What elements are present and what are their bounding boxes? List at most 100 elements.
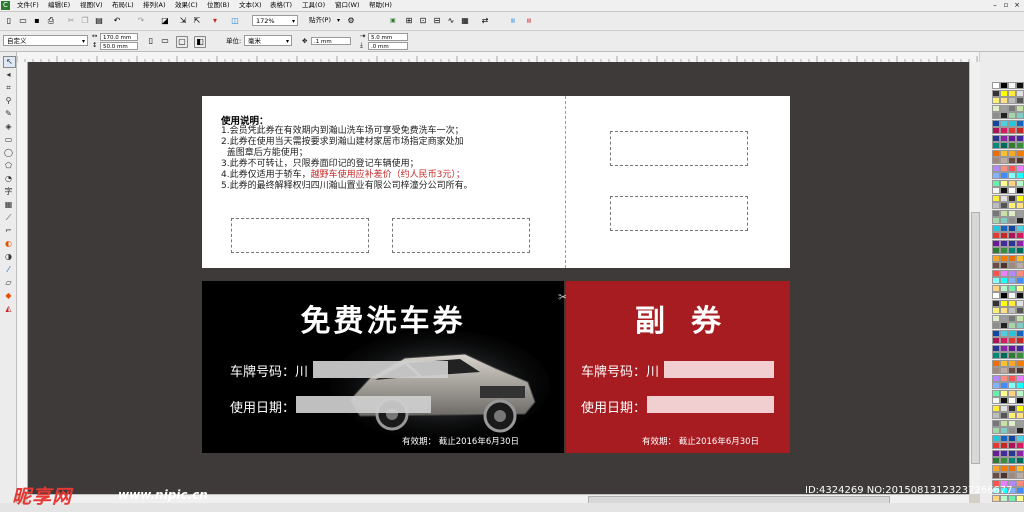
color-swatch[interactable]	[992, 187, 1000, 194]
color-swatch[interactable]	[1000, 284, 1008, 292]
zoom-tool-icon[interactable]: ⚲	[3, 96, 14, 106]
fill-tool-icon[interactable]: ◆	[3, 291, 14, 301]
color-swatch[interactable]	[1000, 367, 1008, 374]
shape-tool-icon[interactable]: ◂	[3, 70, 14, 80]
color-swatch[interactable]	[1000, 419, 1008, 427]
color-swatch[interactable]	[1016, 224, 1024, 232]
color-swatch[interactable]	[1008, 127, 1016, 134]
pdf-icon[interactable]: ▧	[524, 16, 534, 26]
color-swatch[interactable]	[1016, 404, 1024, 412]
color-swatch[interactable]	[1000, 224, 1008, 232]
ellipse-tool-icon[interactable]: ◯	[3, 148, 14, 158]
color-swatch[interactable]	[992, 89, 1000, 97]
color-swatch[interactable]	[992, 352, 1000, 359]
color-swatch[interactable]	[1008, 112, 1016, 119]
color-swatch[interactable]	[1016, 389, 1024, 397]
color-swatch[interactable]	[1016, 187, 1024, 194]
color-swatch[interactable]	[1016, 314, 1024, 322]
open-icon[interactable]: ▭	[18, 16, 28, 26]
color-swatch[interactable]	[1000, 239, 1008, 247]
excel-icon[interactable]: ▥	[508, 16, 518, 26]
color-swatch[interactable]	[992, 434, 1000, 442]
color-swatch[interactable]	[1016, 127, 1024, 134]
menu-file[interactable]: 文件(F)	[17, 1, 39, 10]
color-swatch[interactable]	[1008, 457, 1016, 464]
color-swatch[interactable]	[992, 382, 1000, 389]
color-swatch[interactable]	[992, 277, 1000, 284]
color-swatch[interactable]	[1008, 89, 1016, 97]
print-icon[interactable]: ⎙	[46, 16, 56, 26]
crop-tool-icon[interactable]: ⌗	[3, 83, 14, 93]
export-icon[interactable]: ⇱	[192, 16, 202, 26]
color-swatch[interactable]	[992, 224, 1000, 232]
color-swatch[interactable]	[1016, 269, 1024, 277]
color-swatch[interactable]	[1000, 449, 1008, 457]
color-swatch[interactable]	[1016, 89, 1024, 97]
color-swatch[interactable]	[1016, 232, 1024, 239]
redo-icon[interactable]: ↷	[136, 16, 146, 26]
color-swatch[interactable]	[1016, 419, 1024, 427]
color-swatch[interactable]	[1008, 419, 1016, 427]
color-swatch[interactable]	[1008, 427, 1016, 434]
color-swatch[interactable]	[1000, 254, 1008, 262]
grid-icon[interactable]: ⊡	[418, 16, 428, 26]
color-swatch[interactable]	[992, 374, 1000, 382]
color-swatch[interactable]	[1000, 404, 1008, 412]
color-swatch[interactable]	[992, 472, 1000, 479]
color-swatch[interactable]	[1016, 82, 1024, 89]
text-tool-icon[interactable]: 字	[3, 187, 14, 197]
menu-bitmaps[interactable]: 位图(B)	[207, 1, 230, 10]
restore-icon[interactable]: ▫	[1001, 1, 1011, 10]
color-swatch[interactable]	[1016, 412, 1024, 419]
freehand-tool-icon[interactable]: ✎	[3, 109, 14, 119]
color-swatch[interactable]	[1008, 224, 1016, 232]
color-swatch[interactable]	[1008, 382, 1016, 389]
color-swatch[interactable]	[1008, 299, 1016, 307]
color-swatch[interactable]	[1000, 247, 1008, 254]
color-swatch[interactable]	[1000, 157, 1008, 164]
color-swatch[interactable]	[1000, 149, 1008, 157]
outline-tool-icon[interactable]: ▱	[3, 278, 14, 288]
pick-tool-icon[interactable]: ↖	[3, 56, 16, 68]
color-swatch[interactable]	[1016, 487, 1024, 494]
undo-icon[interactable]: ↶	[112, 16, 122, 26]
color-swatch[interactable]	[1000, 307, 1008, 314]
color-swatch[interactable]	[1000, 412, 1008, 419]
color-swatch[interactable]	[992, 412, 1000, 419]
bezier-icon[interactable]: ∿	[446, 16, 456, 26]
color-swatch[interactable]	[1000, 164, 1008, 172]
color-swatch[interactable]	[1000, 209, 1008, 217]
color-swatch[interactable]	[1000, 142, 1008, 149]
paste-icon[interactable]: ▤	[94, 16, 104, 26]
nudge-field[interactable]: .1 mm	[311, 37, 351, 45]
date-input-bar[interactable]	[296, 396, 431, 413]
page-width-field[interactable]: 170.0 mm	[100, 33, 138, 41]
color-swatch[interactable]	[1008, 292, 1016, 299]
color-swatch[interactable]	[992, 119, 1000, 127]
color-swatch[interactable]	[1000, 89, 1008, 97]
version-icon[interactable]: ▣	[388, 16, 398, 26]
menu-window[interactable]: 窗口(W)	[335, 1, 360, 10]
color-swatch[interactable]	[992, 209, 1000, 217]
rectangle-tool-icon[interactable]: ▭	[3, 135, 14, 145]
snap-combo[interactable]: 贴齐(P) ▾	[306, 15, 342, 26]
color-swatch[interactable]	[1016, 322, 1024, 329]
color-swatch[interactable]	[992, 344, 1000, 352]
color-swatch[interactable]	[1008, 97, 1016, 104]
page-preset-combo[interactable]: 自定义 ▾	[3, 35, 88, 46]
color-swatch[interactable]	[1008, 119, 1016, 127]
color-swatch[interactable]	[992, 442, 1000, 449]
color-swatch[interactable]	[1016, 239, 1024, 247]
cut-icon[interactable]: ✂	[66, 16, 76, 26]
close-icon[interactable]: ×	[1012, 1, 1022, 10]
color-swatch[interactable]	[992, 142, 1000, 149]
blend-tool-icon[interactable]: ◐	[3, 239, 14, 249]
color-swatch[interactable]	[1016, 494, 1024, 502]
color-swatch[interactable]	[1008, 142, 1016, 149]
color-swatch[interactable]	[1008, 464, 1016, 472]
color-swatch[interactable]	[1016, 337, 1024, 344]
color-swatch[interactable]	[1008, 262, 1016, 269]
color-swatch[interactable]	[1016, 292, 1024, 299]
transparency-tool-icon[interactable]: ◑	[3, 252, 14, 262]
color-swatch[interactable]	[1000, 172, 1008, 179]
